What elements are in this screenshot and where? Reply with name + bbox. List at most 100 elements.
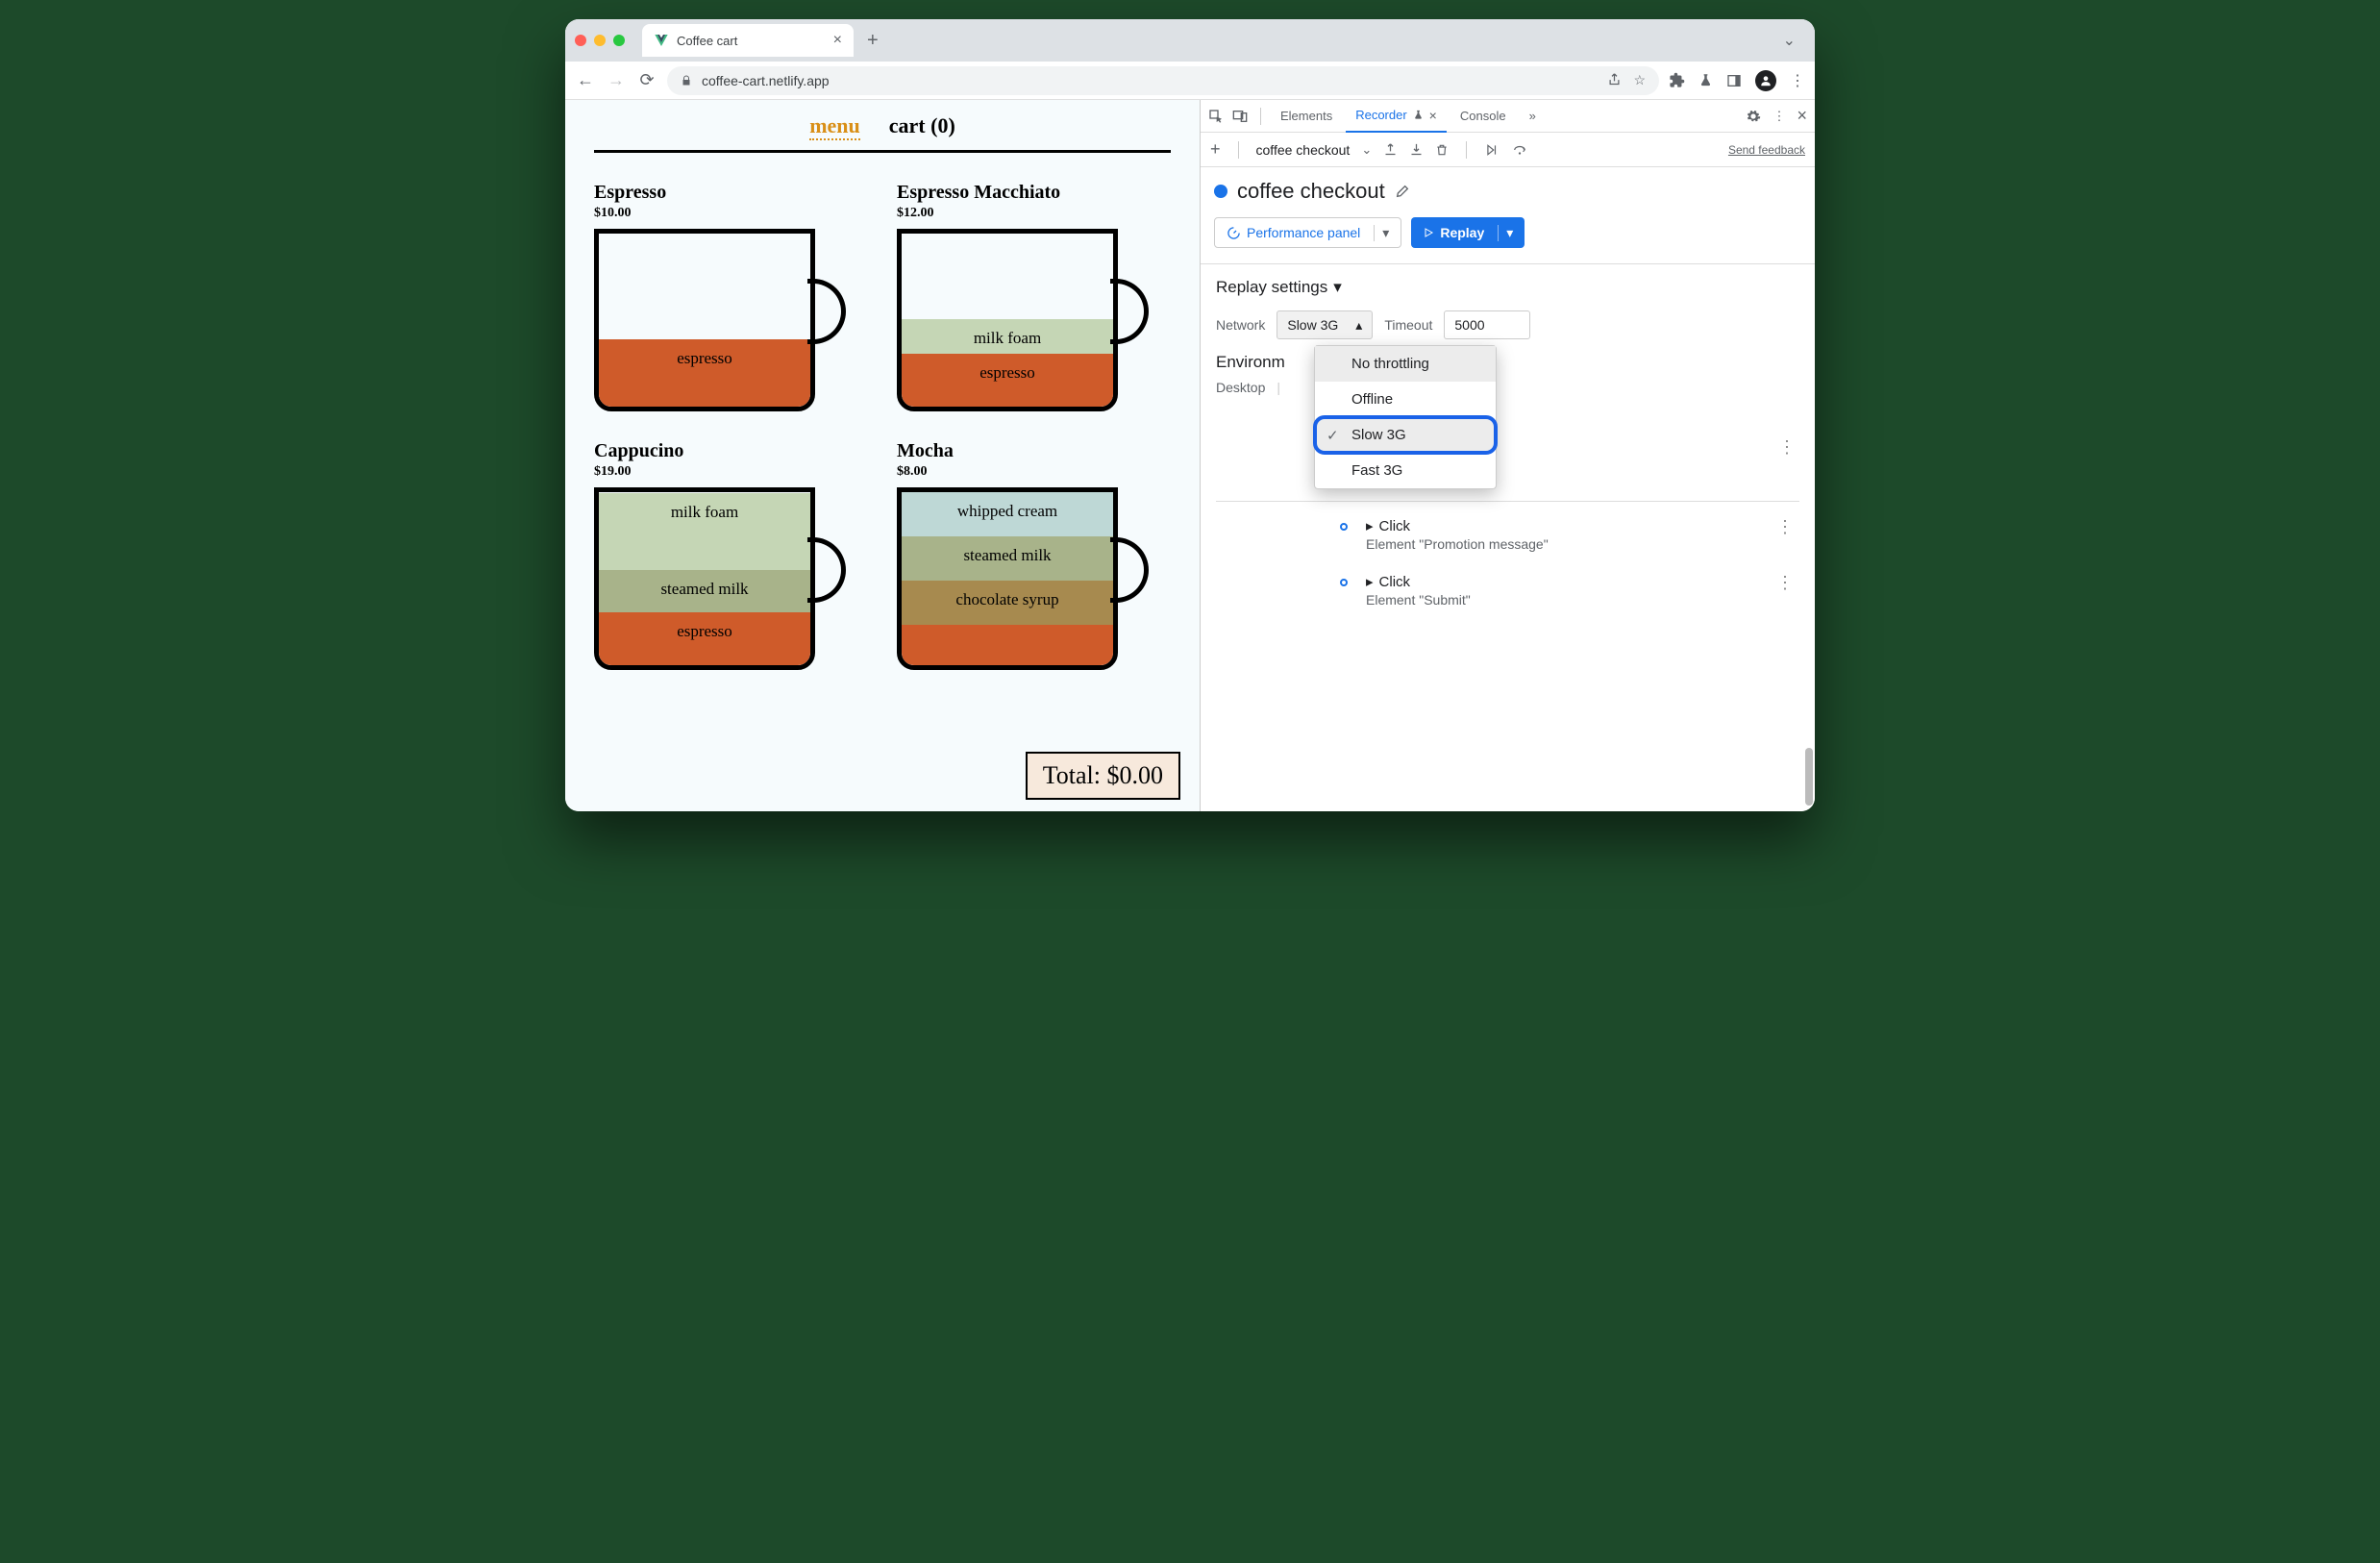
step-subtitle: Element "Submit": [1366, 592, 1761, 608]
bookmark-star-icon[interactable]: ☆: [1633, 72, 1646, 88]
browser-tab[interactable]: Coffee cart ×: [642, 24, 854, 57]
step-kebab-icon[interactable]: ⋮: [1773, 437, 1801, 458]
cup-handle-icon: [807, 537, 846, 603]
environment-row: Environm: [1216, 353, 1799, 372]
tab-overflow-icon[interactable]: »: [1520, 100, 1546, 133]
recorder-toolbar: + coffee checkout ⌄: [1201, 133, 1815, 167]
play-step-icon[interactable]: [1484, 143, 1500, 157]
product-price: $8.00: [897, 464, 1171, 480]
network-label: Network: [1216, 317, 1265, 333]
product-price: $19.00: [594, 464, 868, 480]
page-nav: menu cart (0): [594, 100, 1171, 153]
product-grid: Espresso $10.00 espresso Espresso Macchi…: [565, 153, 1200, 680]
timeout-input[interactable]: 5000: [1444, 310, 1530, 339]
settings-gear-icon[interactable]: [1746, 109, 1761, 124]
product-macchiato[interactable]: Espresso Macchiato $12.00 milk foam espr…: [897, 182, 1171, 421]
tab-recorder[interactable]: Recorder ×: [1346, 100, 1447, 133]
product-name: Espresso: [594, 182, 868, 204]
share-icon[interactable]: [1607, 72, 1622, 88]
layer-espresso: espresso: [902, 354, 1113, 407]
product-price: $12.00: [897, 206, 1171, 221]
kebab-menu-icon[interactable]: ⋮: [1790, 71, 1805, 90]
forward-icon[interactable]: →: [606, 70, 627, 90]
layer-milk-foam: milk foam: [902, 319, 1113, 354]
step-item[interactable]: ▸ Click Element "Submit" ⋮: [1216, 565, 1799, 621]
layer-espresso: espresso: [599, 339, 810, 407]
lock-icon: [681, 75, 692, 87]
replay-settings-title[interactable]: Replay settings ▾: [1216, 278, 1799, 297]
extensions-puzzle-icon[interactable]: [1669, 72, 1685, 88]
replay-button[interactable]: Replay ▾: [1411, 217, 1525, 248]
product-cappucino[interactable]: Cappucino $19.00 milk foam steamed milk …: [594, 440, 868, 680]
window-minimize[interactable]: [594, 35, 606, 46]
layer-chocolate-syrup: chocolate syrup: [902, 581, 1113, 625]
tab-elements[interactable]: Elements: [1271, 100, 1342, 133]
option-offline[interactable]: Offline: [1315, 382, 1496, 417]
labs-flask-icon[interactable]: [1698, 72, 1713, 88]
vue-favicon: [654, 33, 669, 48]
product-mocha[interactable]: Mocha $8.00 whipped cream steamed milk c…: [897, 440, 1171, 680]
timeout-label: Timeout: [1384, 317, 1432, 333]
devtools-close-icon[interactable]: ×: [1797, 106, 1807, 126]
traffic-lights: [575, 35, 625, 46]
devtools-kebab-icon[interactable]: ⋮: [1773, 109, 1785, 124]
nav-menu-link[interactable]: menu: [809, 113, 860, 140]
chevron-down-icon[interactable]: ⌄: [1361, 142, 1372, 158]
layer-milk-foam: milk foam: [599, 493, 810, 570]
layer-whipped-cream: whipped cream: [902, 492, 1113, 536]
performance-panel-button[interactable]: Performance panel ▾: [1214, 217, 1401, 248]
devtools-tabbar: Elements Recorder × Console » ⋮ ×: [1201, 100, 1815, 133]
recording-title: coffee checkout: [1237, 179, 1385, 204]
cup-icon: milk foam steamed milk espresso: [594, 487, 815, 670]
recording-name: coffee checkout: [1256, 142, 1351, 158]
reload-icon[interactable]: ⟳: [636, 70, 657, 90]
step-item[interactable]: ▸ Click Element "Promotion message" ⋮: [1216, 509, 1799, 565]
option-no-throttling[interactable]: No throttling: [1315, 346, 1496, 382]
export-up-icon[interactable]: [1383, 142, 1398, 157]
tab-close-icon[interactable]: ×: [833, 32, 842, 49]
import-down-icon[interactable]: [1409, 142, 1424, 157]
gauge-icon: [1227, 226, 1241, 240]
layer-steamed-milk: steamed milk: [599, 570, 810, 612]
total-badge[interactable]: Total: $0.00: [1026, 752, 1180, 800]
nav-cart-link[interactable]: cart (0): [889, 113, 955, 140]
product-price: $10.00: [594, 206, 868, 221]
chevron-right-icon: ▸: [1366, 517, 1374, 534]
network-setting-row: Network Slow 3G ▴ Timeout 5000: [1216, 310, 1799, 339]
recorder-body: Replay settings ▾ Network Slow 3G ▴ Time…: [1201, 264, 1815, 811]
device-toolbar-icon[interactable]: [1231, 109, 1251, 124]
tab-close-icon[interactable]: ×: [1429, 108, 1437, 123]
network-select[interactable]: Slow 3G ▴: [1277, 310, 1373, 339]
browser-toolbar: ← → ⟳ coffee-cart.netlify.app ☆: [565, 62, 1815, 100]
tab-console[interactable]: Console: [1450, 100, 1516, 133]
page-viewport: menu cart (0) Espresso $10.00 espresso: [565, 100, 1200, 811]
product-espresso[interactable]: Espresso $10.00 espresso: [594, 182, 868, 421]
edit-pencil-icon[interactable]: [1395, 184, 1410, 199]
devtools-scrollbar[interactable]: [1805, 748, 1813, 806]
delete-trash-icon[interactable]: [1435, 142, 1449, 158]
tab-overflow-chevron-icon[interactable]: ⌄: [1773, 31, 1805, 50]
option-fast-3g[interactable]: Fast 3G: [1315, 453, 1496, 488]
profile-avatar-icon[interactable]: [1755, 70, 1776, 91]
send-feedback-link[interactable]: Send feedback: [1728, 143, 1805, 157]
recording-header: coffee checkout Performance panel ▾: [1201, 167, 1815, 264]
new-tab-button[interactable]: +: [861, 30, 884, 52]
chevron-down-icon[interactable]: ▾: [1498, 225, 1513, 241]
tab-strip: Coffee cart × + ⌄: [565, 19, 1815, 62]
chevron-down-icon[interactable]: ▾: [1374, 225, 1389, 241]
address-bar[interactable]: coffee-cart.netlify.app ☆: [667, 66, 1659, 95]
chevron-right-icon: ▸: [1366, 573, 1374, 590]
product-name: Espresso Macchiato: [897, 182, 1171, 204]
back-icon[interactable]: ←: [575, 70, 596, 90]
chevron-up-icon: ▴: [1355, 317, 1362, 334]
window-maximize[interactable]: [613, 35, 625, 46]
window-close[interactable]: [575, 35, 586, 46]
chevron-down-icon: ▾: [1333, 278, 1342, 297]
option-slow-3g[interactable]: ✓ Slow 3G: [1315, 417, 1496, 453]
step-kebab-icon[interactable]: ⋮: [1771, 517, 1799, 537]
step-kebab-icon[interactable]: ⋮: [1771, 573, 1799, 593]
step-over-icon[interactable]: [1511, 143, 1528, 157]
inspect-icon[interactable]: [1208, 109, 1227, 124]
new-recording-plus-icon[interactable]: +: [1210, 139, 1221, 160]
side-panel-icon[interactable]: [1726, 73, 1742, 88]
